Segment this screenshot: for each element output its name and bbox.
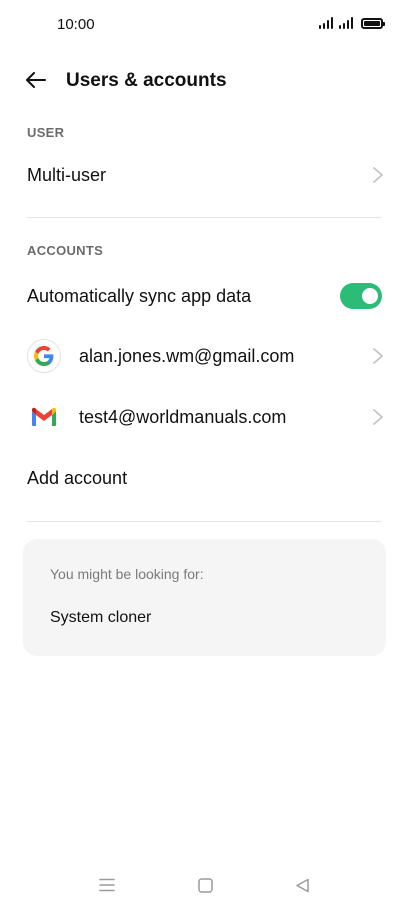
account-row-gmail[interactable]: test4@worldmanuals.com [0,394,409,440]
account-email-gmail: test4@worldmanuals.com [79,406,287,427]
account-row-google[interactable]: alan.jones.wm@gmail.com [0,333,409,379]
auto-sync-label: Automatically sync app data [27,285,252,306]
battery-icon [361,18,385,29]
header: Users & accounts [0,60,409,102]
page-title: Users & accounts [66,70,227,91]
chevron-right-icon [373,167,383,183]
back-arrow-icon[interactable] [20,66,52,94]
section-label-user: USER [27,125,65,140]
add-account-label: Add account [27,467,128,488]
multi-user-row[interactable]: Multi-user [0,152,409,198]
chevron-right-icon [373,348,383,364]
auto-sync-row[interactable]: Automatically sync app data [0,273,409,319]
navigation-bar [0,860,409,910]
home-icon[interactable] [193,874,217,896]
divider [27,217,382,218]
auto-sync-toggle[interactable] [340,283,382,309]
back-triangle-icon[interactable] [290,874,314,896]
menu-icon[interactable] [95,874,119,896]
google-icon [28,340,60,372]
chevron-right-icon [373,409,383,425]
section-label-accounts: ACCOUNTS [27,243,104,258]
toggle-knob [362,288,378,304]
status-bar: 10:00 [0,0,409,50]
signal-icon [319,17,333,29]
account-email-google: alan.jones.wm@gmail.com [79,345,295,366]
status-icons [319,17,385,29]
suggestion-system-cloner[interactable]: System cloner [50,609,151,627]
signal-icon-2 [339,17,353,29]
suggestions-card: You might be looking for: System cloner [23,539,386,656]
multi-user-label: Multi-user [27,164,107,185]
add-account-row[interactable]: Add account [0,455,409,501]
gmail-icon [28,401,60,433]
suggestions-heading: You might be looking for: [50,566,204,582]
status-time: 10:00 [57,16,95,33]
divider [27,521,382,522]
